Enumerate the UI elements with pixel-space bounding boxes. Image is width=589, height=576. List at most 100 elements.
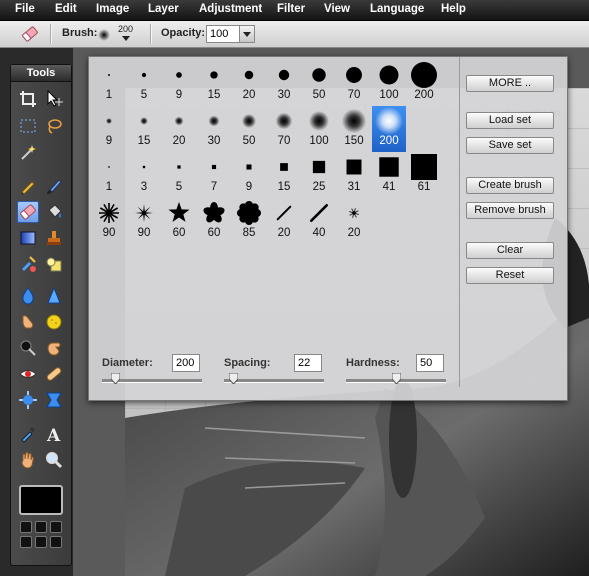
dodge-tool[interactable] [17,337,39,359]
brush-preset-square-15[interactable]: 15 [267,152,301,198]
brush-preset-splat-20[interactable]: 20 [337,198,371,244]
menu-view[interactable]: View [324,3,350,15]
brush-preset-square-1[interactable]: 1 [92,152,126,198]
diameter-input[interactable]: 200 [172,354,200,372]
brush-preset-soft-15[interactable]: 15 [127,106,161,152]
swatch-option-button[interactable] [50,521,62,533]
brush-preset-starburst-90[interactable]: 90 [92,198,126,244]
brush-preset-soft-100[interactable]: 100 [302,106,336,152]
brush-preset-square-61[interactable]: 61 [407,152,441,198]
brush-preset-square-5[interactable]: 5 [162,152,196,198]
bloat-tool[interactable] [17,389,39,411]
brush-preset-hard-1[interactable]: 1 [92,60,126,106]
brush-preset-soft-30[interactable]: 30 [197,106,231,152]
opacity-dropdown-button[interactable] [239,25,255,43]
opacity-input[interactable]: 100 [206,25,240,43]
color-picker-tool[interactable] [17,423,39,445]
brush-preset-square-31[interactable]: 31 [337,152,371,198]
brush-preset-square-41[interactable]: 41 [372,152,406,198]
brush-preset-soft-50[interactable]: 50 [232,106,266,152]
hardness-input[interactable]: 50 [416,354,444,372]
sharpen-tool[interactable] [43,285,65,307]
menu-edit[interactable]: Edit [55,3,77,15]
brush-preset-star-thin-90[interactable]: 90 [127,198,161,244]
menu-language[interactable]: Language [370,3,424,15]
brush-preset-hard-30[interactable]: 30 [267,60,301,106]
swatch-option-button[interactable] [50,536,62,548]
swatch-option-button[interactable] [35,536,47,548]
load-set-button[interactable]: Load set [466,112,554,129]
brush-preset-soft-200[interactable]: 200 [372,106,406,152]
brush-preset-soft-20[interactable]: 20 [162,106,196,152]
hardness-label: Hardness: [346,357,400,369]
hardness-slider-thumb[interactable] [391,373,401,384]
clear-button[interactable]: Clear [466,242,554,259]
brush-preset-star-60[interactable]: 60 [162,198,196,244]
remove-brush-button[interactable]: Remove brush [466,202,554,219]
brush-picker[interactable]: 200 [97,24,137,43]
type-tool[interactable]: A [43,423,65,445]
pinch-tool[interactable] [43,389,65,411]
swatch-option-button[interactable] [20,536,32,548]
brush-preset-soft-70[interactable]: 70 [267,106,301,152]
menu-image[interactable]: Image [96,3,129,15]
eraser-tool[interactable] [17,201,39,223]
brush-preset-square-3[interactable]: 3 [127,152,161,198]
marquee-tool[interactable] [17,115,39,137]
brush-preset-square-7[interactable]: 7 [197,152,231,198]
menu-layer[interactable]: Layer [148,3,179,15]
more-brushes-button[interactable]: MORE .. [466,75,554,92]
brush-preset-hard-9[interactable]: 9 [162,60,196,106]
brush-preset-square-25[interactable]: 25 [302,152,336,198]
spacing-slider-track[interactable] [224,379,324,383]
brush-preset-gear-85[interactable]: 85 [232,198,266,244]
brush-preset-soft-150[interactable]: 150 [337,106,371,152]
paint-bucket-tool[interactable] [43,201,65,223]
brush-preset-slash-40[interactable]: 40 [302,198,336,244]
swatch-option-button[interactable] [35,521,47,533]
foreground-color-swatch[interactable] [19,485,63,515]
lasso-tool[interactable] [43,115,65,137]
brush-preset-hard-20[interactable]: 20 [232,60,266,106]
drawing-tool[interactable] [43,253,65,275]
clone-stamp-tool[interactable] [43,227,65,249]
eye-icon [19,370,37,378]
red-eye-tool[interactable] [17,363,39,385]
smudge-tool[interactable] [17,311,39,333]
sponge-tool[interactable] [43,311,65,333]
magic-wand-tool[interactable] [17,141,39,163]
menu-filter[interactable]: Filter [277,3,305,15]
pencil-tool[interactable] [17,175,39,197]
brush-preset-hard-70[interactable]: 70 [337,60,371,106]
brush-preset-flower-60[interactable]: 60 [197,198,231,244]
brush-preset-soft-9[interactable]: 9 [92,106,126,152]
brush-preset-square-9[interactable]: 9 [232,152,266,198]
menu-help[interactable]: Help [441,3,466,15]
zoom-tool[interactable] [43,449,65,471]
brush-preset-hard-5[interactable]: 5 [127,60,161,106]
swatch-option-button[interactable] [20,521,32,533]
move-tool[interactable] [43,88,65,110]
crop-tool[interactable] [17,88,39,110]
brush-preset-hard-50[interactable]: 50 [302,60,336,106]
hand-tool[interactable] [17,449,39,471]
reset-button[interactable]: Reset [466,267,554,284]
brush-tool[interactable] [43,175,65,197]
spacing-input[interactable]: 22 [294,354,322,372]
create-brush-button[interactable]: Create brush [466,177,554,194]
brush-preset-slash-20[interactable]: 20 [267,198,301,244]
separator [150,24,152,44]
menu-adjustment[interactable]: Adjustment [199,3,262,15]
brush-preset-hard-200[interactable]: 200 [407,60,441,106]
spacing-slider-thumb[interactable] [228,373,238,384]
diameter-slider-thumb[interactable] [111,373,121,384]
spot-heal-tool[interactable] [43,363,65,385]
burn-tool[interactable] [43,337,65,359]
gradient-tool[interactable] [17,227,39,249]
blur-tool[interactable] [17,285,39,307]
brush-preset-hard-100[interactable]: 100 [372,60,406,106]
color-replace-tool[interactable] [17,253,39,275]
save-set-button[interactable]: Save set [466,137,554,154]
menu-file[interactable]: File [15,3,35,15]
brush-preset-hard-15[interactable]: 15 [197,60,231,106]
